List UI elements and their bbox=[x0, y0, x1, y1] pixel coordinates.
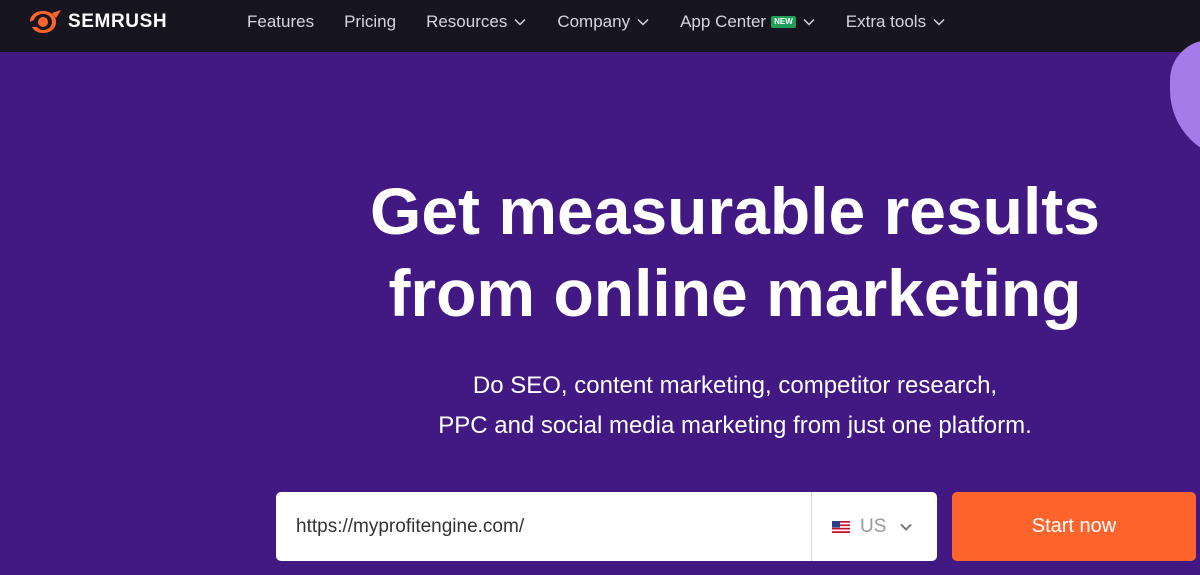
nav-item-features[interactable]: Features bbox=[247, 12, 314, 32]
nav-item-extra-tools[interactable]: Extra tools bbox=[846, 12, 946, 32]
nav-item-label: Company bbox=[557, 12, 631, 31]
region-selector[interactable]: US bbox=[832, 492, 914, 561]
new-badge: NEW bbox=[771, 16, 796, 28]
semrush-fire-icon bbox=[30, 10, 61, 33]
nav-item-company[interactable]: Company bbox=[557, 12, 650, 32]
chevron-down-icon bbox=[637, 18, 649, 26]
chevron-down-icon bbox=[933, 18, 945, 26]
brand-name: SEMRUSH bbox=[68, 11, 168, 32]
nav-item-label: App Center bbox=[680, 12, 767, 31]
nav-item-pricing[interactable]: Pricing bbox=[344, 12, 396, 32]
nav-item-label: Extra tools bbox=[845, 12, 927, 31]
main-nav: Features Pricing Resources Company App C… bbox=[247, 0, 976, 44]
semrush-logo[interactable]: SEMRUSH bbox=[28, 9, 167, 35]
domain-input[interactable] bbox=[276, 492, 806, 561]
hero-subheadline: Do SEO, content marketing, competitor re… bbox=[335, 366, 1135, 446]
chevron-down-icon bbox=[514, 18, 526, 26]
nav-item-label: Features bbox=[247, 12, 315, 31]
hero-headline-line2: from online marketing bbox=[388, 256, 1082, 330]
hero-subheadline-line2: PPC and social media marketing from just… bbox=[438, 412, 1032, 439]
chevron-down-icon bbox=[900, 523, 913, 531]
start-now-button[interactable]: Start now bbox=[952, 492, 1196, 561]
hero-headline-line1: Get measurable results bbox=[370, 174, 1100, 248]
us-flag-icon bbox=[832, 520, 850, 533]
nav-item-resources[interactable]: Resources bbox=[426, 12, 527, 32]
start-now-label: Start now bbox=[1031, 515, 1117, 537]
region-label: US bbox=[860, 515, 887, 537]
hero-headline: Get measurable results from online marke… bbox=[0, 170, 1200, 334]
nav-item-label: Pricing bbox=[344, 12, 397, 31]
domain-search-box: US bbox=[276, 492, 937, 561]
chevron-down-icon bbox=[803, 18, 815, 26]
divider bbox=[811, 492, 812, 561]
hero-subheadline-line1: Do SEO, content marketing, competitor re… bbox=[472, 372, 998, 399]
decorative-shape bbox=[1170, 40, 1200, 160]
nav-item-label: Resources bbox=[426, 12, 508, 31]
nav-item-app-center[interactable]: App Center NEW bbox=[680, 12, 816, 32]
top-navigation-bar: SEMRUSH Features Pricing Resources Compa… bbox=[0, 0, 1200, 52]
